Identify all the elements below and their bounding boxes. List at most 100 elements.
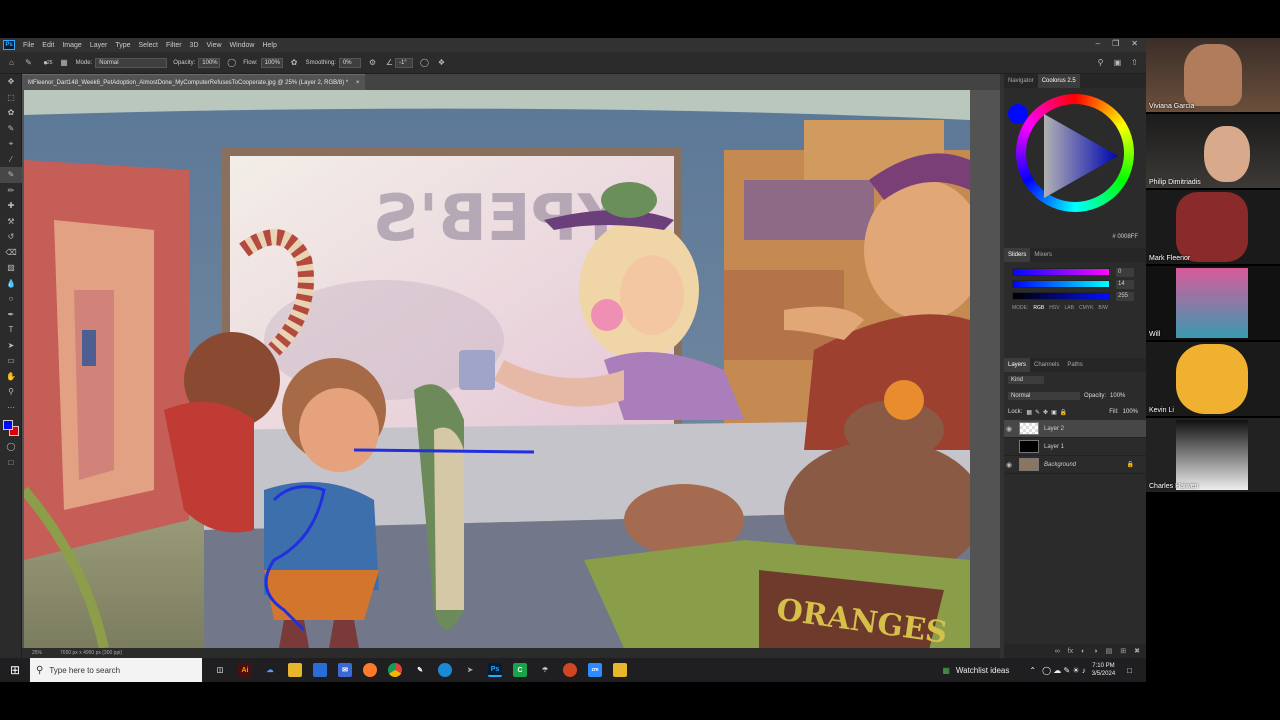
participant-tile[interactable]: Mark Fleenor	[1146, 190, 1280, 264]
layer-opacity-value[interactable]: 100%	[1110, 393, 1125, 399]
menu-edit[interactable]: Edit	[38, 42, 58, 49]
menu-layer[interactable]: Layer	[86, 42, 112, 49]
layer-row-layer2[interactable]: ◉ Layer 2	[1004, 420, 1146, 438]
document-canvas[interactable]: YPEB'S ORANGES	[24, 90, 970, 648]
adjustment-icon[interactable]: ◑	[1093, 648, 1097, 655]
symmetry-icon[interactable]: ❖	[436, 57, 447, 68]
search-icon[interactable]: ⚲	[1095, 57, 1106, 68]
mode-select[interactable]: Normal	[95, 57, 168, 68]
close-icon[interactable]: ✕	[1131, 39, 1138, 48]
photos-icon[interactable]	[613, 663, 627, 677]
tab-sliders[interactable]: Sliders	[1004, 248, 1031, 262]
onedrive-icon[interactable]: ☁	[263, 663, 277, 677]
tab-navigator[interactable]: Navigator	[1004, 74, 1038, 88]
widget-label[interactable]: Watchlist ideas	[956, 666, 1010, 675]
participant-tile[interactable]: Charles Haiwen	[1146, 418, 1280, 492]
menu-filter[interactable]: Filter	[162, 42, 186, 49]
color-wheel-panel[interactable]: # 0008FF	[1004, 88, 1146, 248]
kind-filter[interactable]: Kind	[1008, 376, 1044, 384]
blue-value[interactable]: 255	[1116, 291, 1134, 301]
link-icon[interactable]: ∞	[1055, 648, 1060, 655]
windows-start-icon[interactable]: ⊞	[10, 663, 20, 677]
visibility-eye-icon[interactable]: ◉	[1004, 461, 1014, 469]
firefox-icon[interactable]	[363, 663, 377, 677]
green-value[interactable]: 14	[1116, 279, 1134, 289]
green-app-icon[interactable]: C	[513, 663, 527, 677]
menu-type[interactable]: Type	[111, 42, 134, 49]
notification-icon[interactable]: □	[1127, 666, 1132, 675]
tab-mixers[interactable]: Mixers	[1030, 248, 1056, 262]
menu-view[interactable]: View	[203, 42, 226, 49]
participant-tile[interactable]: Kevin Li	[1146, 342, 1280, 416]
tray-icons[interactable]: ◯ ☁ ✎ ☀ ♪	[1042, 666, 1086, 675]
tab-coolorus[interactable]: Coolorus 2.5	[1037, 74, 1080, 88]
mode-hsv[interactable]: HSV	[1049, 305, 1059, 311]
trash-icon[interactable]: ✖	[1134, 647, 1140, 655]
zoom-icon[interactable]: zm	[588, 663, 602, 677]
opacity-input[interactable]: 100%	[198, 57, 221, 68]
menu-3d[interactable]: 3D	[186, 42, 203, 49]
hex-value[interactable]: # 0008FF	[1112, 234, 1138, 240]
pressure-opacity-icon[interactable]: ◯	[226, 57, 237, 68]
stamp-tool-icon[interactable]: ⚒	[0, 214, 22, 230]
healing-tool-icon[interactable]: ✚	[0, 198, 22, 214]
menu-image[interactable]: Image	[58, 42, 85, 49]
tab-layers[interactable]: Layers	[1004, 358, 1031, 372]
screen-mode-icon[interactable]: □	[0, 455, 22, 471]
layer-row-layer1[interactable]: Layer 1	[1004, 438, 1146, 456]
gear-icon[interactable]: ⚙	[367, 57, 378, 68]
fx-icon[interactable]: fx	[1068, 648, 1073, 655]
task-view-icon[interactable]: ◫	[213, 663, 227, 677]
powerpoint-icon[interactable]	[563, 663, 577, 677]
crop-tool-icon[interactable]: ⌖	[0, 136, 22, 152]
quick-mask-icon[interactable]: ◯	[0, 439, 22, 455]
mode-cmyk[interactable]: CMYK	[1079, 305, 1093, 311]
participant-tile[interactable]: Will	[1146, 266, 1280, 340]
green-slider[interactable]	[1012, 280, 1110, 288]
close-tab-icon[interactable]: ×	[356, 80, 360, 86]
history-brush-icon[interactable]: ↺	[0, 229, 22, 245]
illustrator-icon[interactable]: Ai	[238, 663, 252, 677]
lock-icons[interactable]: ▦✎✥▣🔒	[1026, 409, 1070, 416]
edge-icon[interactable]	[438, 663, 452, 677]
blend-mode-select[interactable]: Normal	[1008, 392, 1080, 400]
participant-tile[interactable]: Philip Dimitriadis	[1146, 114, 1280, 188]
brush-tool-icon[interactable]: ✎	[23, 57, 34, 68]
chevron-up-icon[interactable]: ⌃	[1029, 666, 1036, 675]
file-explorer-icon[interactable]	[288, 663, 302, 677]
mode-lab[interactable]: LAB	[1065, 305, 1074, 311]
pressure-size-icon[interactable]: ◯	[419, 57, 430, 68]
hand-tool-icon[interactable]: ✋	[0, 369, 22, 385]
zoom-level[interactable]: 25%	[32, 650, 42, 656]
pen-icon[interactable]: ✎	[413, 663, 427, 677]
red-value[interactable]: 0	[1116, 267, 1134, 277]
type-tool-icon[interactable]: T	[0, 322, 22, 338]
move-tool-icon[interactable]: ✥	[0, 74, 22, 90]
current-color-swatch[interactable]	[1008, 104, 1028, 124]
more-tools-icon[interactable]: ⋯	[0, 400, 22, 416]
chrome-icon[interactable]	[388, 663, 402, 677]
mode-bw[interactable]: B/W	[1098, 305, 1107, 311]
eraser-tool-icon[interactable]: ⌫	[0, 245, 22, 261]
color-triangle[interactable]	[1026, 104, 1124, 202]
workspace-icon[interactable]: ▣	[1112, 57, 1123, 68]
color-swatches[interactable]	[0, 415, 21, 439]
tab-channels[interactable]: Channels	[1030, 358, 1063, 372]
layer-row-background[interactable]: ◉ Background 🔒	[1004, 456, 1146, 474]
foreground-color-swatch[interactable]	[3, 420, 13, 430]
menu-help[interactable]: Help	[258, 42, 280, 49]
tab-paths[interactable]: Paths	[1063, 358, 1086, 372]
participant-tile[interactable]: Viviana Garcia	[1146, 38, 1280, 112]
gradient-tool-icon[interactable]: ▨	[0, 260, 22, 276]
new-layer-icon[interactable]: ⊞	[1120, 647, 1126, 655]
document-tab[interactable]: MFleenor_Dart148_Week6_PetAdoption_Almos…	[22, 74, 366, 90]
clock[interactable]: 7:10 PM 3/5/2024	[1092, 662, 1115, 678]
red-slider[interactable]	[1012, 268, 1110, 276]
quick-select-tool-icon[interactable]: ✎	[0, 121, 22, 137]
brush-settings-icon[interactable]: ▦	[59, 57, 70, 68]
pen-tool-icon[interactable]: ✒	[0, 307, 22, 323]
widget-icon[interactable]: ▦	[942, 666, 950, 675]
menu-select[interactable]: Select	[135, 42, 162, 49]
path-select-icon[interactable]: ➤	[0, 338, 22, 354]
blue-slider[interactable]	[1012, 292, 1110, 300]
